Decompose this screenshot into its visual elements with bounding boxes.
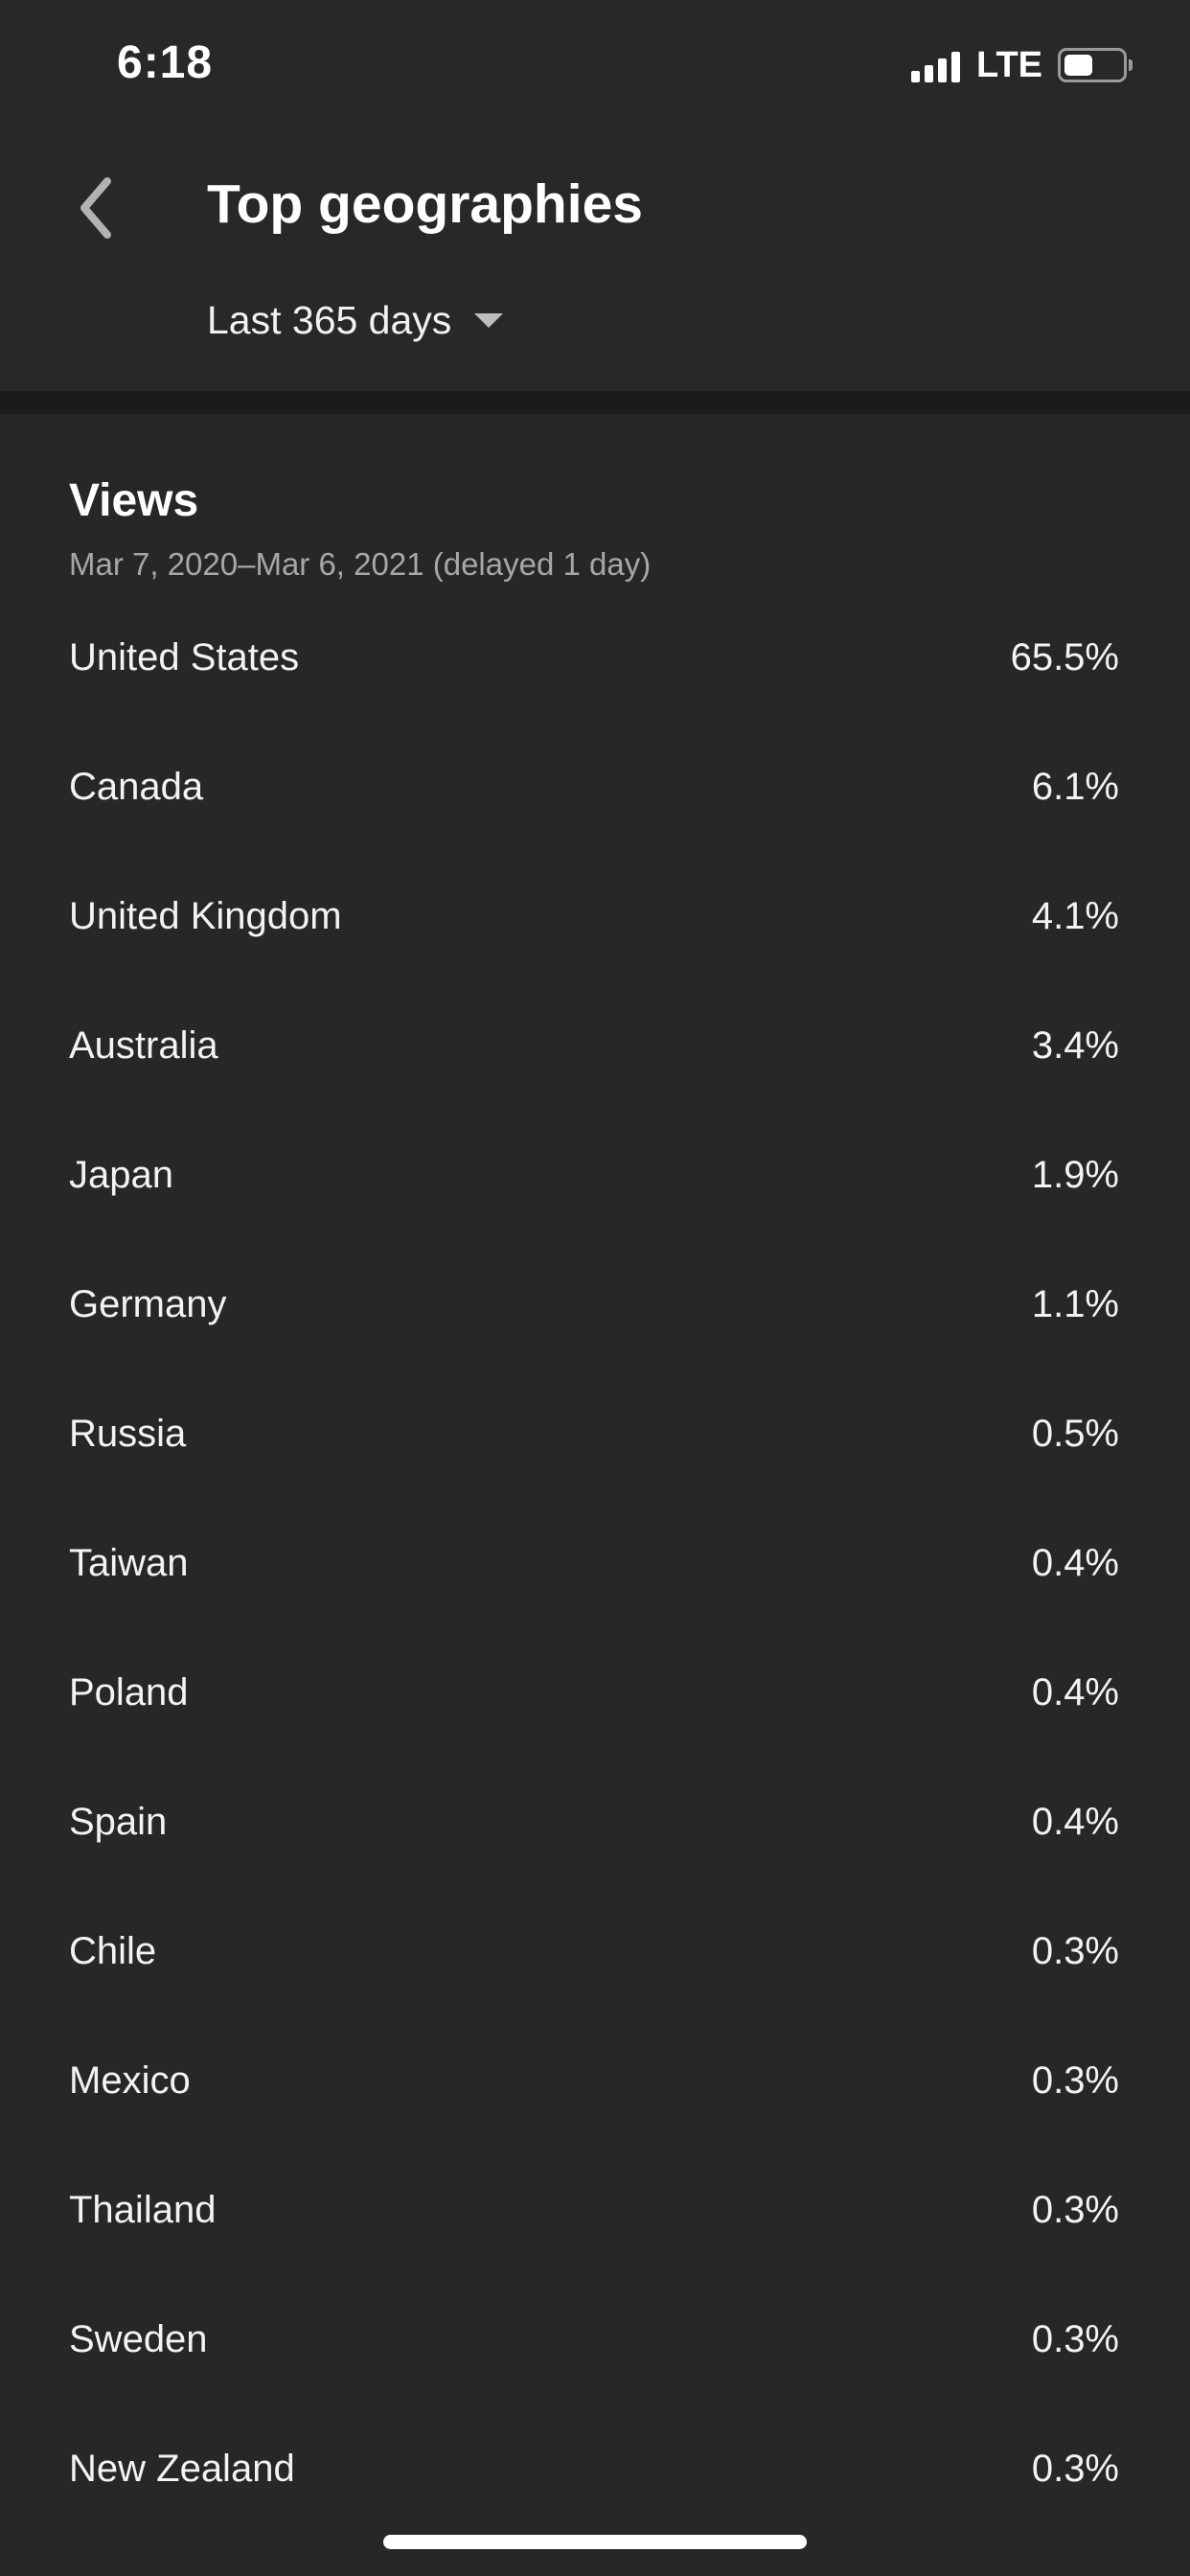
geography-percentage: 4.1% [1031, 895, 1119, 937]
geography-name: Russia [69, 1413, 187, 1455]
geography-row: United States 65.5% [69, 632, 1119, 762]
geography-name: Chile [69, 1930, 157, 1972]
date-range-dropdown[interactable]: Last 365 days [207, 293, 504, 347]
geography-row: Germany 1.1% [69, 1279, 1119, 1409]
geography-name: New Zealand [69, 2448, 295, 2490]
page-title: Top geographies [207, 173, 643, 235]
geography-row: New Zealand 0.3% [69, 2444, 1119, 2573]
geography-name: Taiwan [69, 1542, 189, 1584]
signal-icon [911, 48, 965, 82]
geography-name: Canada [69, 766, 204, 808]
geography-row: Australia 3.4% [69, 1021, 1119, 1150]
geography-name: Poland [69, 1671, 189, 1714]
back-arrow-icon [80, 177, 111, 239]
geography-name: Mexico [69, 2059, 191, 2102]
section-title: Views [69, 475, 199, 526]
geography-percentage: 1.1% [1031, 1283, 1119, 1325]
status-indicators: LTE [911, 44, 1133, 86]
geography-percentage: 3.4% [1031, 1024, 1119, 1067]
status-time: 6:18 [117, 37, 214, 88]
battery-level [1064, 55, 1092, 76]
back-button[interactable] [69, 168, 138, 248]
geography-percentage: 6.1% [1031, 766, 1119, 808]
geography-percentage: 0.3% [1031, 2448, 1119, 2490]
home-indicator[interactable] [383, 2535, 807, 2549]
geography-percentage: 65.5% [1010, 636, 1119, 678]
geography-row: Canada 6.1% [69, 762, 1119, 891]
geography-percentage: 0.3% [1031, 1930, 1119, 1972]
geography-name: Sweden [69, 2318, 208, 2360]
geography-percentage: 0.3% [1031, 2318, 1119, 2360]
geography-percentage: 0.3% [1031, 2189, 1119, 2231]
geography-percentage: 1.9% [1031, 1154, 1119, 1196]
geography-name: United States [69, 636, 300, 678]
geography-name: United Kingdom [69, 895, 342, 937]
geography-row: Poland 0.4% [69, 1668, 1119, 1797]
geography-name: Germany [69, 1283, 227, 1325]
geography-name: Thailand [69, 2189, 217, 2231]
geography-row: Mexico 0.3% [69, 2056, 1119, 2185]
geography-percentage: 0.5% [1031, 1413, 1119, 1455]
section-divider [0, 391, 1190, 414]
geography-percentage: 0.3% [1031, 2059, 1119, 2102]
geography-percentage: 0.4% [1031, 1801, 1119, 1843]
geography-list: United States 65.5% Canada 6.1% United Kingd… [69, 632, 1119, 2573]
geography-row: Taiwan 0.4% [69, 1538, 1119, 1668]
section-subtitle: Mar 7, 2020–Mar 6, 2021 (delayed 1 day) [69, 546, 652, 582]
geography-row: Thailand 0.3% [69, 2185, 1119, 2314]
geography-row: Chile 0.3% [69, 1926, 1119, 2056]
geography-percentage: 0.4% [1031, 1542, 1119, 1584]
geography-row: United Kingdom 4.1% [69, 891, 1119, 1021]
network-type: LTE [976, 44, 1042, 85]
geography-name: Japan [69, 1154, 173, 1196]
chevron-down-icon [474, 312, 504, 328]
date-range-label: Last 365 days [207, 297, 452, 342]
geography-row: Japan 1.9% [69, 1150, 1119, 1279]
geography-row: Spain 0.4% [69, 1797, 1119, 1926]
app-header: 6:18 LTE Top geographies Last 365 days [0, 0, 1190, 391]
geography-row: Sweden 0.3% [69, 2314, 1119, 2444]
geography-name: Spain [69, 1801, 168, 1843]
geography-name: Australia [69, 1024, 218, 1067]
geography-row: Russia 0.5% [69, 1409, 1119, 1538]
geography-percentage: 0.4% [1031, 1671, 1119, 1714]
battery-icon [1058, 48, 1133, 82]
